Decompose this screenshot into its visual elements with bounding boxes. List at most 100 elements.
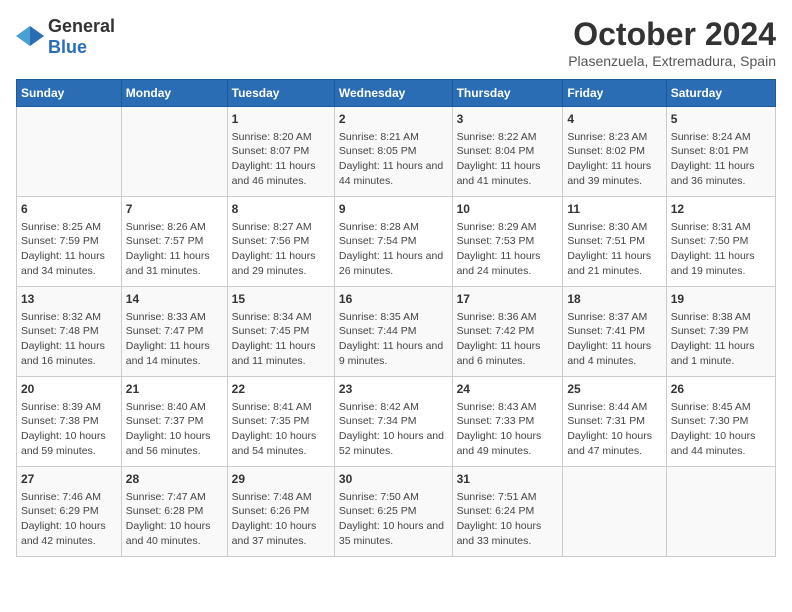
cell-content: Sunrise: 8:36 AM Sunset: 7:42 PM Dayligh…: [457, 310, 559, 369]
calendar-cell: 15Sunrise: 8:34 AM Sunset: 7:45 PM Dayli…: [227, 287, 334, 377]
calendar-cell: 21Sunrise: 8:40 AM Sunset: 7:37 PM Dayli…: [121, 377, 227, 467]
week-row-2: 6Sunrise: 8:25 AM Sunset: 7:59 PM Daylig…: [17, 197, 776, 287]
day-number: 21: [126, 381, 223, 398]
day-number: 13: [21, 291, 117, 308]
day-number: 30: [339, 471, 448, 488]
day-number: 27: [21, 471, 117, 488]
day-number: 7: [126, 201, 223, 218]
calendar-cell: 29Sunrise: 7:48 AM Sunset: 6:26 PM Dayli…: [227, 467, 334, 557]
calendar-cell: 17 Sunrise: 8:36 AM Sunset: 7:42 PM Dayli…: [452, 287, 563, 377]
day-number: 12: [671, 201, 771, 218]
day-number: 25: [567, 381, 661, 398]
day-header-saturday: Saturday: [666, 80, 775, 107]
calendar-cell: 2 Sunrise: 8:21 AM Sunset: 8:05 PM Daylig…: [334, 107, 452, 197]
logo-blue: Blue: [48, 37, 87, 57]
calendar-cell: 10Sunrise: 8:29 AM Sunset: 7:53 PM Dayli…: [452, 197, 563, 287]
day-number: 20: [21, 381, 117, 398]
cell-content: Sunrise: 8:27 AM Sunset: 7:56 PM Dayligh…: [232, 220, 330, 279]
day-number: 24: [457, 381, 559, 398]
calendar-cell: 28 Sunrise: 7:47 AM Sunset: 6:28 PM Dayli…: [121, 467, 227, 557]
calendar-cell: 20 Sunrise: 8:39 AM Sunset: 7:38 PM Dayli…: [17, 377, 122, 467]
calendar-cell: 23 Sunrise: 8:42 AM Sunset: 7:34 PM Dayli…: [334, 377, 452, 467]
header: General Blue October 2024 Plasenzuela, E…: [16, 16, 776, 69]
day-header-sunday: Sunday: [17, 80, 122, 107]
day-number: 4: [567, 111, 661, 128]
calendar-cell: 30 Sunrise: 7:50 AM Sunset: 6:25 PM Dayli…: [334, 467, 452, 557]
day-number: 11: [567, 201, 661, 218]
day-number: 10: [457, 201, 559, 218]
day-header-thursday: Thursday: [452, 80, 563, 107]
cell-content: Sunrise: 8:25 AM Sunset: 7:59 PM Dayligh…: [21, 220, 117, 279]
calendar-cell: 31 Sunrise: 7:51 AM Sunset: 6:24 PM Dayli…: [452, 467, 563, 557]
cell-content: Sunrise: 7:50 AM Sunset: 6:25 PM Dayligh…: [339, 490, 448, 549]
day-number: 17: [457, 291, 559, 308]
day-number: 3: [457, 111, 559, 128]
cell-content: Sunrise: 8:44 AM Sunset: 7:31 PM Dayligh…: [567, 400, 661, 459]
day-number: 15: [232, 291, 330, 308]
cell-content: Sunrise: 8:31 AM Sunset: 7:50 PM Dayligh…: [671, 220, 771, 279]
cell-content: Sunrise: 8:20 AM Sunset: 8:07 PM Dayligh…: [232, 130, 330, 189]
calendar-cell: 7 Sunrise: 8:26 AM Sunset: 7:57 PM Daylig…: [121, 197, 227, 287]
day-number: 31: [457, 471, 559, 488]
day-number: 23: [339, 381, 448, 398]
calendar-cell: [666, 467, 775, 557]
calendar-cell: 9 Sunrise: 8:28 AM Sunset: 7:54 PM Daylig…: [334, 197, 452, 287]
day-number: 29: [232, 471, 330, 488]
cell-content: Sunrise: 8:39 AM Sunset: 7:38 PM Dayligh…: [21, 400, 117, 459]
day-header-wednesday: Wednesday: [334, 80, 452, 107]
logo-icon: [16, 26, 44, 48]
cell-content: Sunrise: 8:28 AM Sunset: 7:54 PM Dayligh…: [339, 220, 448, 279]
cell-content: Sunrise: 8:37 AM Sunset: 7:41 PM Dayligh…: [567, 310, 661, 369]
cell-content: Sunrise: 8:22 AM Sunset: 8:04 PM Dayligh…: [457, 130, 559, 189]
cell-content: Sunrise: 8:26 AM Sunset: 7:57 PM Dayligh…: [126, 220, 223, 279]
calendar-cell: 14Sunrise: 8:33 AM Sunset: 7:47 PM Dayli…: [121, 287, 227, 377]
week-row-1: 1 Sunrise: 8:20 AM Sunset: 8:07 PM Daylig…: [17, 107, 776, 197]
day-number: 28: [126, 471, 223, 488]
calendar-cell: 12 Sunrise: 8:31 AM Sunset: 7:50 PM Dayli…: [666, 197, 775, 287]
day-number: 8: [232, 201, 330, 218]
day-number: 2: [339, 111, 448, 128]
cell-content: Sunrise: 8:33 AM Sunset: 7:47 PM Dayligh…: [126, 310, 223, 369]
week-row-3: 13 Sunrise: 8:32 AM Sunset: 7:48 PM Dayli…: [17, 287, 776, 377]
day-number: 18: [567, 291, 661, 308]
calendar-cell: 3 Sunrise: 8:22 AM Sunset: 8:04 PM Daylig…: [452, 107, 563, 197]
calendar-cell: 5Sunrise: 8:24 AM Sunset: 8:01 PM Daylig…: [666, 107, 775, 197]
day-header-monday: Monday: [121, 80, 227, 107]
cell-content: Sunrise: 8:41 AM Sunset: 7:35 PM Dayligh…: [232, 400, 330, 459]
calendar-cell: 18 Sunrise: 8:37 AM Sunset: 7:41 PM Dayli…: [563, 287, 666, 377]
calendar-cell: 11Sunrise: 8:30 AM Sunset: 7:51 PM Dayli…: [563, 197, 666, 287]
week-row-4: 20 Sunrise: 8:39 AM Sunset: 7:38 PM Dayli…: [17, 377, 776, 467]
cell-content: Sunrise: 8:35 AM Sunset: 7:44 PM Dayligh…: [339, 310, 448, 369]
cell-content: Sunrise: 7:47 AM Sunset: 6:28 PM Dayligh…: [126, 490, 223, 549]
cell-content: Sunrise: 8:21 AM Sunset: 8:05 PM Dayligh…: [339, 130, 448, 189]
calendar-cell: 16 Sunrise: 8:35 AM Sunset: 7:44 PM Dayli…: [334, 287, 452, 377]
day-number: 9: [339, 201, 448, 218]
title-area: October 2024 Plasenzuela, Extremadura, S…: [568, 16, 776, 69]
cell-content: Sunrise: 8:45 AM Sunset: 7:30 PM Dayligh…: [671, 400, 771, 459]
calendar-body: 1 Sunrise: 8:20 AM Sunset: 8:07 PM Daylig…: [17, 107, 776, 557]
cell-content: Sunrise: 8:43 AM Sunset: 7:33 PM Dayligh…: [457, 400, 559, 459]
calendar-cell: 1 Sunrise: 8:20 AM Sunset: 8:07 PM Daylig…: [227, 107, 334, 197]
day-number: 16: [339, 291, 448, 308]
cell-content: Sunrise: 8:42 AM Sunset: 7:34 PM Dayligh…: [339, 400, 448, 459]
cell-content: Sunrise: 8:32 AM Sunset: 7:48 PM Dayligh…: [21, 310, 117, 369]
calendar-cell: [17, 107, 122, 197]
day-number: 26: [671, 381, 771, 398]
logo: General Blue: [16, 16, 115, 58]
calendar-cell: 26 Sunrise: 8:45 AM Sunset: 7:30 PM Dayli…: [666, 377, 775, 467]
calendar-cell: [563, 467, 666, 557]
day-number: 22: [232, 381, 330, 398]
calendar-cell: 6Sunrise: 8:25 AM Sunset: 7:59 PM Daylig…: [17, 197, 122, 287]
calendar-cell: 25 Sunrise: 8:44 AM Sunset: 7:31 PM Dayli…: [563, 377, 666, 467]
calendar-cell: 19Sunrise: 8:38 AM Sunset: 7:39 PM Dayli…: [666, 287, 775, 377]
day-number: 1: [232, 111, 330, 128]
calendar-cell: 24 Sunrise: 8:43 AM Sunset: 7:33 PM Dayli…: [452, 377, 563, 467]
week-row-5: 27Sunrise: 7:46 AM Sunset: 6:29 PM Dayli…: [17, 467, 776, 557]
calendar-cell: [121, 107, 227, 197]
cell-content: Sunrise: 8:23 AM Sunset: 8:02 PM Dayligh…: [567, 130, 661, 189]
day-header-friday: Friday: [563, 80, 666, 107]
calendar-cell: 13 Sunrise: 8:32 AM Sunset: 7:48 PM Dayli…: [17, 287, 122, 377]
cell-content: Sunrise: 7:51 AM Sunset: 6:24 PM Dayligh…: [457, 490, 559, 549]
calendar-cell: 22 Sunrise: 8:41 AM Sunset: 7:35 PM Dayli…: [227, 377, 334, 467]
calendar-cell: 27Sunrise: 7:46 AM Sunset: 6:29 PM Dayli…: [17, 467, 122, 557]
